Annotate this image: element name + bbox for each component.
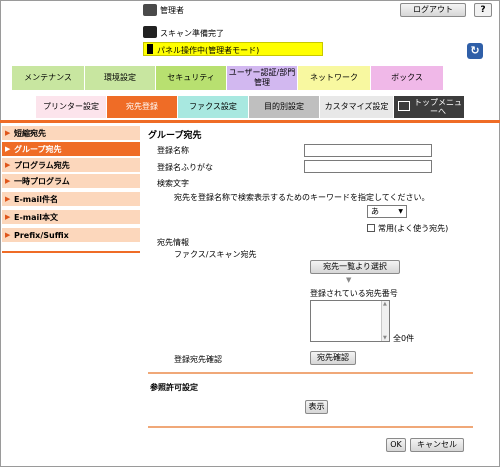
arrow-down-icon: ▼ xyxy=(346,276,352,284)
tab-environment[interactable]: 環境設定 xyxy=(85,66,155,90)
sidebar-item-email-body[interactable]: ▶ E-mail本文 xyxy=(2,210,140,225)
frequent-checkbox[interactable] xyxy=(367,224,375,232)
sidebar-item-label: グループ宛先 xyxy=(14,145,62,154)
tab-network[interactable]: ネットワーク xyxy=(298,66,370,90)
top-menu-button[interactable]: トップメニューへ xyxy=(394,96,464,118)
arrow-right-icon: ▶ xyxy=(5,195,11,203)
registered-listbox[interactable]: ▲ ▼ xyxy=(310,300,390,342)
confirm-dest-button[interactable]: 宛先確認 xyxy=(310,351,356,365)
search-label: 検索文字 xyxy=(157,179,189,188)
sidebar-bottom-rule xyxy=(2,251,140,253)
sidebar-item-label: 一時プログラム xyxy=(14,177,70,186)
sidebar-item-label: E-mail件名 xyxy=(14,195,59,204)
sidebar-item-program[interactable]: ▶ プログラム宛先 xyxy=(2,158,140,173)
tab-security[interactable]: セキュリティ xyxy=(156,66,226,90)
top-menu-icon xyxy=(398,101,410,111)
form-title: グループ宛先 xyxy=(148,131,202,141)
count-label: 全0件 xyxy=(393,334,415,343)
tab-user-auth[interactable]: ユーザー認証/部門管理 xyxy=(227,66,297,90)
name-input[interactable] xyxy=(304,144,432,157)
tab-printer-settings[interactable]: プリンター設定 xyxy=(36,96,107,118)
tab-maintenance[interactable]: メンテナンス xyxy=(12,66,84,90)
logout-button[interactable]: ログアウト xyxy=(400,3,466,17)
ok-button[interactable]: OK xyxy=(386,438,406,452)
search-char-value: あ xyxy=(371,207,379,216)
sidebar-item-temp-program[interactable]: ▶ 一時プログラム xyxy=(2,174,140,189)
section-rule-2 xyxy=(148,426,473,428)
sidebar-item-prefix-suffix[interactable]: ▶ Prefix/Suffix xyxy=(2,228,140,243)
scanner-icon xyxy=(143,26,157,38)
frequent-label: 常用(よく使う宛先) xyxy=(378,224,449,233)
furigana-label: 登録名ふりがな xyxy=(157,163,213,172)
status-panel: パネル操作中(管理者モード) xyxy=(157,46,260,55)
arrow-right-icon: ▶ xyxy=(5,161,11,169)
arrow-right-icon: ▶ xyxy=(5,129,11,137)
fax-scan-label: ファクス/スキャン宛先 xyxy=(174,250,257,259)
search-char-select[interactable]: あ ▼ xyxy=(367,205,407,218)
refresh-icon[interactable]: ↻ xyxy=(467,43,483,59)
tab-box[interactable]: ボックス xyxy=(371,66,443,90)
arrow-right-icon: ▶ xyxy=(5,231,11,239)
sidebar-item-label: プログラム宛先 xyxy=(14,161,70,170)
sidebar-item-label: Prefix/Suffix xyxy=(14,231,69,240)
sidebar-item-speed-dial[interactable]: ▶ 短縮宛先 xyxy=(2,126,140,141)
chevron-down-icon: ▼ xyxy=(398,208,403,215)
tab-customize-settings[interactable]: カスタマイズ設定 xyxy=(320,96,394,118)
user-label: 管理者 xyxy=(160,6,184,15)
show-button[interactable]: 表示 xyxy=(305,400,328,414)
arrow-right-icon: ▶ xyxy=(5,213,11,221)
sidebar-item-group[interactable]: ▶ グループ宛先 xyxy=(2,142,140,157)
listbox-scrollbar[interactable]: ▲ ▼ xyxy=(381,301,389,341)
tab-fax-settings[interactable]: ファクス設定 xyxy=(178,96,249,118)
confirm-label: 登録宛先確認 xyxy=(174,355,222,364)
top-menu-label: トップメニューへ xyxy=(414,98,462,116)
name-label: 登録名称 xyxy=(157,146,189,155)
tab-purpose-settings[interactable]: 目的別設定 xyxy=(249,96,320,118)
user-icon xyxy=(143,4,157,16)
section-rule-1 xyxy=(148,372,473,374)
scroll-down-icon[interactable]: ▼ xyxy=(383,335,387,341)
status-scan: スキャン準備完了 xyxy=(160,29,224,38)
help-button[interactable]: ? xyxy=(474,3,492,17)
registered-label: 登録されている宛先番号 xyxy=(310,289,398,298)
search-description: 宛先を登録名称で検索表示するためのキーワードを指定してください。 xyxy=(174,193,430,202)
tab-address-registration[interactable]: 宛先登録 xyxy=(107,96,178,118)
ref-permission-title: 参照許可設定 xyxy=(150,383,198,392)
cancel-button[interactable]: キャンセル xyxy=(410,438,464,452)
sidebar-item-label: 短縮宛先 xyxy=(14,129,46,138)
select-from-list-button[interactable]: 宛先一覧より選択 xyxy=(310,260,400,274)
panel-lock-icon xyxy=(147,44,153,54)
arrow-right-icon: ▶ xyxy=(5,177,11,185)
arrow-right-icon: ▶ xyxy=(5,145,11,153)
header-separator xyxy=(0,120,500,123)
furigana-input[interactable] xyxy=(304,160,432,173)
sidebar-item-email-subject[interactable]: ▶ E-mail件名 xyxy=(2,192,140,207)
scroll-up-icon[interactable]: ▲ xyxy=(383,301,387,307)
dest-info-label: 宛先情報 xyxy=(157,238,189,247)
sidebar-item-label: E-mail本文 xyxy=(14,213,59,222)
